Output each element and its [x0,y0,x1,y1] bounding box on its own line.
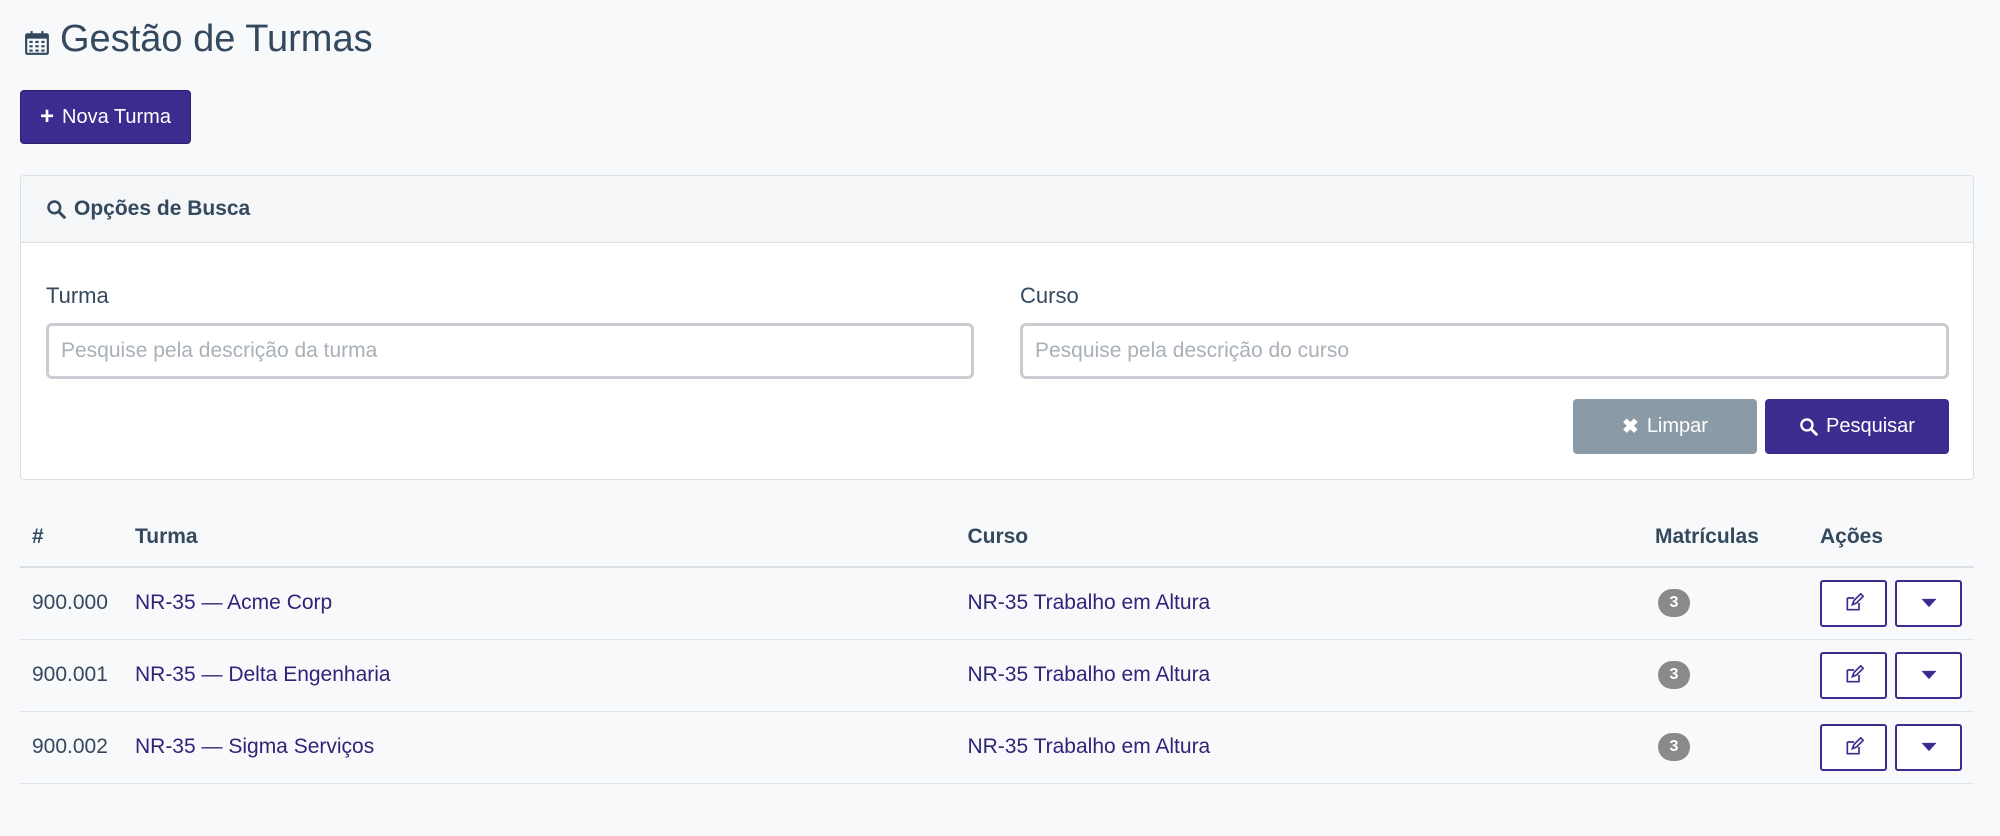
close-icon: ✖ [1622,416,1639,438]
edit-button[interactable] [1820,579,1887,627]
new-class-label: Nova Turma [62,105,171,128]
page-title-text: Gestão de Turmas [60,18,373,60]
row-actions [1820,651,1962,699]
matriculas-badge: 3 [1658,661,1690,689]
curso-label: Curso [1020,283,1079,308]
search-options-header: Opções de Busca [21,176,1973,243]
table-row: 900.001 NR-35 — Delta Engenharia NR-35 T… [20,639,1974,712]
column-header-curso: Curso [955,507,1643,568]
column-header-acoes: Ações [1808,507,1974,568]
table-row: 900.002 NR-35 — Sigma Serviços NR-35 Tra… [20,711,1974,784]
caret-down-icon [1921,742,1936,752]
turma-search-input[interactable] [46,323,974,379]
table-header-row: # Turma Curso Matrículas Ações [20,507,1974,568]
calendar-icon [25,30,49,55]
search-label: Pesquisar [1826,415,1915,437]
search-icon [1800,418,1818,436]
table-row: 900.000 NR-35 — Acme Corp NR-35 Trabalho… [20,567,1974,640]
search-options-panel: Opções de Busca Turma Curso ✖ Limpar Pes… [20,175,1974,480]
column-header-matriculas: Matrículas [1643,507,1808,568]
row-actions [1820,723,1962,771]
row-turma-link[interactable]: NR-35 — Delta Engenharia [135,663,391,686]
caret-down-icon [1921,670,1936,680]
row-curso-link[interactable]: NR-35 Trabalho em Altura [967,591,1210,614]
search-options-title: Opções de Busca [74,197,251,220]
edit-icon [1846,593,1864,611]
edit-button[interactable] [1820,723,1887,771]
caret-down-icon [1921,599,1936,608]
clear-label: Limpar [1646,415,1708,437]
search-icon [47,200,66,219]
row-id: 900.002 [20,711,123,784]
turma-label: Turma [46,283,109,308]
row-id: 900.001 [20,639,123,712]
more-actions-dropdown[interactable] [1895,579,1962,627]
row-turma-link[interactable]: NR-35 — Sigma Serviços [135,735,374,758]
edit-button[interactable] [1820,651,1887,699]
column-header-id: # [20,507,123,568]
row-curso-link[interactable]: NR-35 Trabalho em Altura [967,735,1210,758]
row-actions [1820,579,1962,627]
more-actions-dropdown[interactable] [1895,651,1962,699]
edit-icon [1846,665,1864,683]
row-id: 900.000 [20,567,123,640]
row-turma-link[interactable]: NR-35 — Acme Corp [135,591,332,614]
matriculas-badge: 3 [1658,589,1690,618]
classes-table: # Turma Curso Matrículas Ações 900.000 N… [20,507,1974,784]
curso-search-input[interactable] [1020,323,1949,379]
matriculas-badge: 3 [1658,733,1690,761]
more-actions-dropdown[interactable] [1895,723,1962,771]
row-curso-link[interactable]: NR-35 Trabalho em Altura [967,663,1210,686]
column-header-turma: Turma [122,507,956,568]
edit-icon [1846,737,1864,755]
clear-button[interactable]: ✖ Limpar [1573,399,1757,454]
plus-icon: + [40,103,55,130]
page-title: Gestão de Turmas [24,18,373,61]
search-button[interactable]: Pesquisar [1765,399,1949,454]
new-class-button[interactable]: + Nova Turma [20,90,191,144]
